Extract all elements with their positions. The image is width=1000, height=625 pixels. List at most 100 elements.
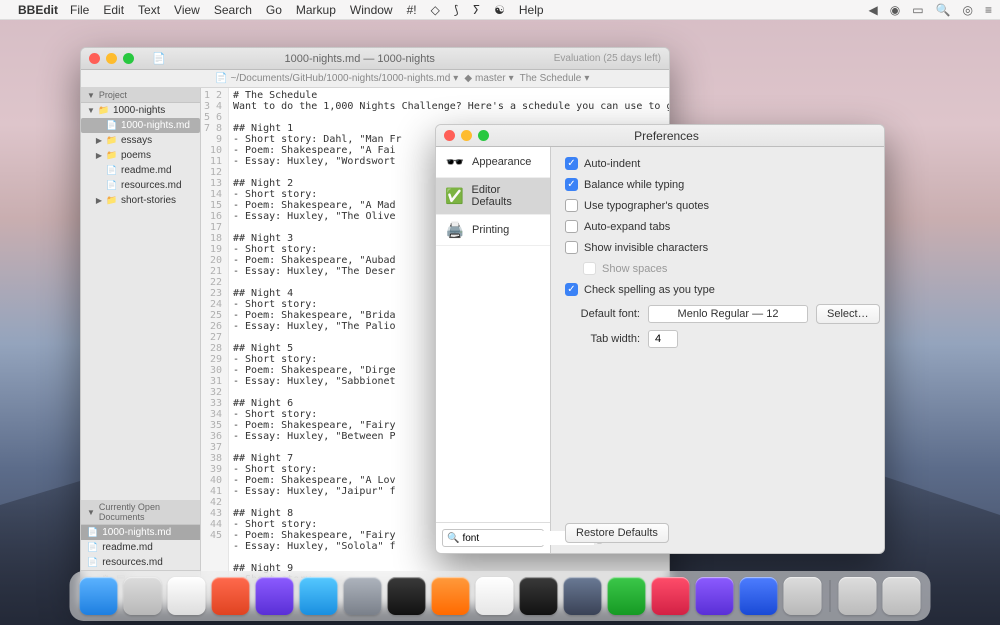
checkbox-autoexpand[interactable] (565, 220, 578, 233)
dock-trash-icon[interactable] (883, 577, 921, 615)
label: Use typographer's quotes (584, 200, 709, 212)
checkbox-typographer[interactable] (565, 199, 578, 212)
pref-cat-printing[interactable]: 🖨️Printing (436, 215, 550, 246)
font-label: Default font: (565, 308, 640, 320)
menu-view[interactable]: View (174, 3, 200, 17)
minimize-icon[interactable] (461, 130, 472, 141)
open-doc[interactable]: readme.md (81, 540, 200, 555)
open-docs-header[interactable]: ▼Currently Open Documents (81, 500, 200, 525)
glyph-3[interactable]: ⵢ (473, 3, 481, 17)
tree-item[interactable]: resources.md (81, 178, 200, 193)
close-icon[interactable] (89, 53, 100, 64)
tree-item[interactable]: ▶poems (81, 148, 200, 163)
dock-finder-icon[interactable] (80, 577, 118, 615)
siri-icon[interactable]: ◎ (963, 3, 973, 17)
dock-downloads-icon[interactable] (839, 577, 877, 615)
wifi-icon[interactable]: ◉ (890, 3, 900, 17)
search-icon: 🔍 (447, 533, 459, 544)
zoom-icon[interactable] (478, 130, 489, 141)
dock-app-icon[interactable] (344, 577, 382, 615)
prefs-sidebar: 🕶️Appearance ✅Editor Defaults 🖨️Printing… (436, 147, 551, 553)
label: Show spaces (602, 263, 667, 275)
checkbox-auto-indent[interactable] (565, 157, 578, 170)
prefs-titlebar[interactable]: Preferences (436, 125, 884, 147)
line-gutter: 1 2 3 4 5 6 7 8 9 10 11 12 13 14 15 16 1… (201, 88, 229, 588)
dock-app-icon[interactable] (212, 577, 250, 615)
tree-item[interactable]: 1000-nights.md (81, 118, 200, 133)
tab-label: Tab width: (565, 333, 640, 345)
menu-edit[interactable]: Edit (103, 3, 124, 17)
branch-crumb[interactable]: ◆master▾ (464, 73, 513, 84)
font-field: Menlo Regular — 12 (648, 305, 808, 323)
doc-icon: 📄 (152, 52, 166, 65)
glyph-4[interactable]: ☯ (494, 3, 505, 17)
path-bar: 📄~/Documents/GitHub/1000-nights/1000-nig… (81, 70, 669, 88)
project-header[interactable]: ▼Project (81, 88, 200, 103)
battery-icon[interactable]: ▭ (912, 3, 923, 17)
label: Check spelling as you type (584, 284, 715, 296)
app-name[interactable]: BBEdit (18, 3, 58, 17)
close-icon[interactable] (444, 130, 455, 141)
select-font-button[interactable]: Select… (816, 304, 880, 324)
menu-help[interactable]: Help (519, 3, 544, 17)
checkbox-balance[interactable] (565, 178, 578, 191)
tree-item[interactable]: ▶essays (81, 133, 200, 148)
volume-icon[interactable]: ◀︎ (868, 3, 877, 17)
pref-cat-editor-defaults[interactable]: ✅Editor Defaults (436, 178, 550, 215)
preferences-window: Preferences 🕶️Appearance ✅Editor Default… (435, 124, 885, 554)
project-sidebar: ▼Project ▼1000-nights 1000-nights.md ▶es… (81, 88, 201, 588)
dock-app-icon[interactable] (124, 577, 162, 615)
prefs-title: Preferences (497, 129, 836, 143)
menu-shebang[interactable]: #! (407, 3, 417, 17)
glyph-1[interactable]: ◇ (431, 3, 440, 17)
menu-go[interactable]: Go (266, 3, 282, 17)
label: Show invisible characters (584, 242, 708, 254)
menu-file[interactable]: File (70, 3, 89, 17)
dock-app-icon[interactable] (256, 577, 294, 615)
editor-defaults-icon: ✅ (444, 187, 466, 205)
menu-search[interactable]: Search (214, 3, 252, 17)
open-doc[interactable]: resources.md (81, 555, 200, 570)
prefs-content: Auto-indent Balance while typing Use typ… (551, 147, 884, 553)
menubar: BBEdit File Edit Text View Search Go Mar… (0, 0, 1000, 20)
tree-root[interactable]: ▼1000-nights (81, 103, 200, 118)
dock-app-icon[interactable] (740, 577, 778, 615)
dock-app-icon[interactable] (476, 577, 514, 615)
menu-window[interactable]: Window (350, 3, 393, 17)
glyph-2[interactable]: ⟆ (454, 3, 459, 17)
dock-app-icon[interactable] (388, 577, 426, 615)
dock-app-icon[interactable] (564, 577, 602, 615)
label: Auto-expand tabs (584, 221, 670, 233)
prefs-search: 🔍 ⓧ (436, 522, 550, 553)
dock-app-icon[interactable] (520, 577, 558, 615)
label: Auto-indent (584, 158, 640, 170)
checkbox-show-spaces (583, 262, 596, 275)
dock-app-icon[interactable] (784, 577, 822, 615)
section-crumb[interactable]: The Schedule▾ (520, 73, 590, 84)
dock-app-icon[interactable] (696, 577, 734, 615)
dock-app-icon[interactable] (652, 577, 690, 615)
label: Balance while typing (584, 179, 684, 191)
tree-item[interactable]: readme.md (81, 163, 200, 178)
menu-text[interactable]: Text (138, 3, 160, 17)
minimize-icon[interactable] (106, 53, 117, 64)
tab-width-field[interactable] (648, 330, 678, 348)
checkbox-spellcheck[interactable] (565, 283, 578, 296)
zoom-icon[interactable] (123, 53, 134, 64)
dock (70, 571, 931, 621)
tree-item[interactable]: ▶short-stories (81, 193, 200, 208)
pref-cat-appearance[interactable]: 🕶️Appearance (436, 147, 550, 178)
dock-app-icon[interactable] (432, 577, 470, 615)
dock-app-icon[interactable] (608, 577, 646, 615)
printing-icon: 🖨️ (444, 221, 466, 239)
restore-defaults-button[interactable]: Restore Defaults (565, 523, 669, 543)
menu-markup[interactable]: Markup (296, 3, 336, 17)
path-crumb[interactable]: 📄~/Documents/GitHub/1000-nights/1000-nig… (215, 73, 458, 84)
dock-app-icon[interactable] (168, 577, 206, 615)
spotlight-icon[interactable]: 🔍 (936, 3, 951, 17)
checkbox-invisible[interactable] (565, 241, 578, 254)
titlebar[interactable]: 📄 1000-nights.md — 1000-nights Evaluatio… (81, 48, 669, 70)
dock-app-icon[interactable] (300, 577, 338, 615)
notifications-icon[interactable]: ≡ (985, 3, 992, 17)
open-doc[interactable]: 1000-nights.md (81, 525, 200, 540)
